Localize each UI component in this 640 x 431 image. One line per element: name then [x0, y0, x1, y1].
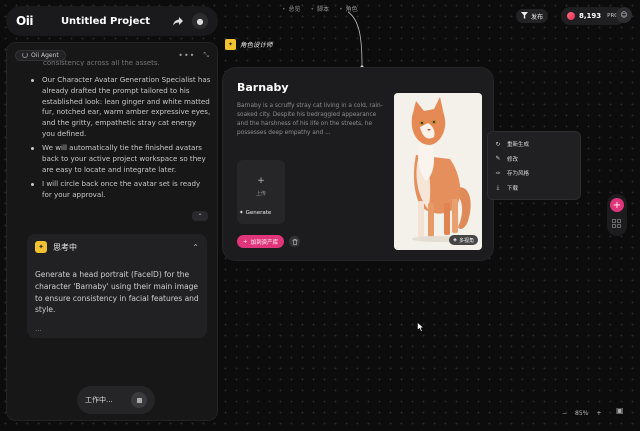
add-node-button[interactable]: + — [610, 198, 624, 212]
lightbulb-icon: ✦ — [225, 38, 236, 50]
role-tag: ✦ 角色设计师 — [223, 37, 278, 51]
menu-item-label: 下载 — [507, 185, 519, 192]
working-status: 工作中... — [77, 386, 155, 414]
thinking-ellipsis: ... — [35, 325, 42, 333]
role-tag-label: 角色设计师 — [240, 41, 273, 49]
menu-item-download[interactable]: ⤓ 下载 — [488, 181, 580, 196]
zoom-out-button[interactable]: − — [562, 410, 567, 417]
publish-label: 发布 — [531, 13, 544, 21]
menu-item-regenerate[interactable]: ↻ 重新生成 — [488, 137, 580, 152]
partial-line: consistency across all the assets. — [43, 60, 160, 66]
bullet-item: Our Character Avatar Generation Speciali… — [31, 75, 211, 140]
style-icon: ✑ — [495, 169, 501, 177]
loading-icon — [22, 52, 28, 58]
generate-button[interactable]: ✦ Generate — [239, 210, 271, 216]
stop-button[interactable] — [131, 392, 147, 408]
add-to-assets-button[interactable]: + 加到资产库 — [237, 235, 285, 248]
mouse-cursor-icon — [417, 322, 425, 332]
working-label: 工作中... — [85, 396, 113, 404]
collapse-icon[interactable]: ⤡ — [203, 51, 209, 60]
multi-view-label: 多视角 — [458, 237, 474, 244]
plus-icon: + — [243, 238, 248, 245]
thinking-body: Generate a head portrait (FaceID) for th… — [35, 270, 199, 315]
credit-coin-icon — [567, 12, 575, 20]
image-context-menu: ↻ 重新生成 ✎ 修改 ✑ 存为风格 ⤓ 下载 — [487, 131, 581, 200]
connector-line — [347, 11, 364, 69]
credit-count: 8,193 — [579, 12, 602, 20]
cat-illustration — [394, 93, 482, 250]
character-image[interactable]: ◈ 多视角 — [394, 93, 482, 250]
chevron-up-icon[interactable]: ⌃ — [192, 211, 208, 221]
canvas-toolbar: + — [607, 194, 627, 236]
bullet-item: We will automatically tie the finished a… — [31, 143, 211, 175]
minimap-icon[interactable]: ▣ — [616, 406, 624, 415]
menu-item-save-style[interactable]: ✑ 存为风格 — [488, 166, 580, 181]
thinking-title: 思考中 — [53, 242, 77, 252]
lightbulb-icon: ✦ — [35, 241, 47, 253]
nav-item-overview[interactable]: 总览 — [282, 4, 301, 13]
bullet-item: I will circle back once the avatar set i… — [31, 179, 211, 201]
thinking-card: ✦ 思考中 ⌃ Generate a head portrait (FaceID… — [27, 234, 207, 338]
agent-panel: Oii Agent ••• ⤡ consistency across all t… — [6, 42, 218, 421]
user-avatar[interactable]: ● — [192, 13, 208, 29]
project-header: Oii Untitled Project ● — [6, 6, 218, 36]
thinking-header[interactable]: ✦ 思考中 ⌃ — [35, 241, 199, 253]
generate-label: Generate — [245, 210, 272, 216]
share-icon[interactable] — [170, 13, 186, 29]
project-title[interactable]: Untitled Project — [61, 16, 164, 27]
agent-chip[interactable]: Oii Agent — [15, 49, 66, 61]
menu-item-label: 存为风格 — [507, 171, 530, 178]
agent-label: Oii Agent — [31, 51, 59, 59]
profile-avatar[interactable]: ☺ — [616, 7, 632, 23]
add-to-assets-label: 加到资产库 — [250, 239, 279, 246]
character-description: Barnaby is a scruffy stray cat living in… — [237, 103, 383, 136]
character-name: Barnaby — [237, 81, 289, 94]
more-icon[interactable]: ••• — [178, 51, 195, 60]
sparkle-icon: ✦ — [239, 210, 244, 216]
menu-item-edit[interactable]: ✎ 修改 — [488, 152, 580, 167]
menu-item-label: 重新生成 — [507, 142, 530, 149]
chevron-up-icon[interactable]: ⌃ — [192, 243, 199, 252]
app-logo[interactable]: Oii — [16, 14, 33, 28]
chat-message: consistency across all the assets. Our C… — [31, 60, 211, 204]
bullet-list: Our Character Avatar Generation Speciali… — [31, 75, 211, 201]
regenerate-icon: ↻ — [495, 140, 501, 148]
zoom-in-button[interactable]: + — [596, 410, 601, 417]
menu-item-label: 修改 — [507, 156, 519, 163]
zoom-controls: − 85% + — [562, 406, 601, 420]
publish-button[interactable]: 发布 — [516, 9, 549, 23]
cube-icon: ◈ — [453, 237, 457, 243]
grid-icon[interactable] — [612, 219, 622, 229]
download-icon: ⤓ — [496, 183, 500, 191]
funnel-icon — [521, 11, 528, 21]
stop-icon — [136, 397, 142, 403]
nav-item-script[interactable]: 脚本 — [311, 4, 329, 13]
plus-icon: + — [257, 176, 265, 186]
trash-icon[interactable] — [289, 236, 300, 247]
zoom-level[interactable]: 85% — [575, 410, 588, 417]
upload-label: 上传 — [255, 191, 266, 197]
multi-view-button[interactable]: ◈ 多视角 — [449, 235, 478, 245]
character-card[interactable]: Barnaby Barnaby is a scruffy stray cat l… — [222, 67, 494, 261]
edit-icon: ✎ — [495, 155, 501, 163]
